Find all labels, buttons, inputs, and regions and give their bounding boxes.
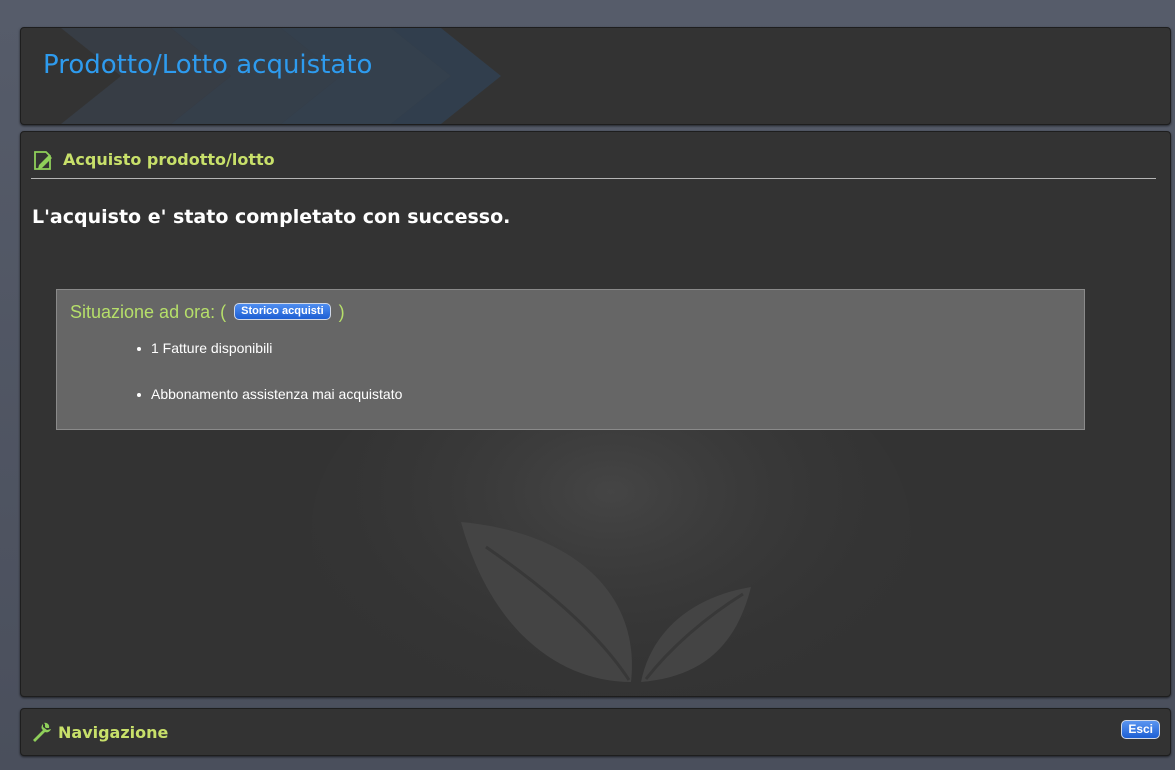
edit-document-icon (34, 151, 52, 170)
status-heading: Situazione ad ora: ( Storico acquisti ) (70, 302, 345, 323)
section-header: Acquisto prodotto/lotto (31, 148, 1156, 179)
header-panel: Prodotto/Lotto acquistato (20, 27, 1171, 125)
app-window: Prodotto/Lotto acquistato Acquisto prodo… (0, 0, 1175, 770)
page-title: Prodotto/Lotto acquistato (43, 50, 373, 80)
status-list: 1 Fatture disponibili Abbonamento assist… (133, 340, 402, 432)
success-message: L'acquisto e' stato completato con succe… (32, 206, 511, 228)
footer-panel: Navigazione Esci (20, 708, 1171, 756)
section-title: Acquisto prodotto/lotto (63, 150, 275, 169)
main-panel: Acquisto prodotto/lotto L'acquisto e' st… (20, 131, 1171, 697)
status-heading-prefix: Situazione ad ora: ( (70, 302, 227, 322)
wrench-icon (33, 722, 51, 742)
status-box: Situazione ad ora: ( Storico acquisti ) … (56, 289, 1085, 430)
list-item: 1 Fatture disponibili (133, 340, 402, 362)
list-item: Abbonamento assistenza mai acquistato (133, 386, 402, 408)
status-heading-suffix: ) (338, 302, 345, 322)
exit-button[interactable]: Esci (1121, 720, 1160, 739)
purchase-history-button[interactable]: Storico acquisti (234, 302, 331, 320)
navigation-title: Navigazione (58, 723, 169, 742)
